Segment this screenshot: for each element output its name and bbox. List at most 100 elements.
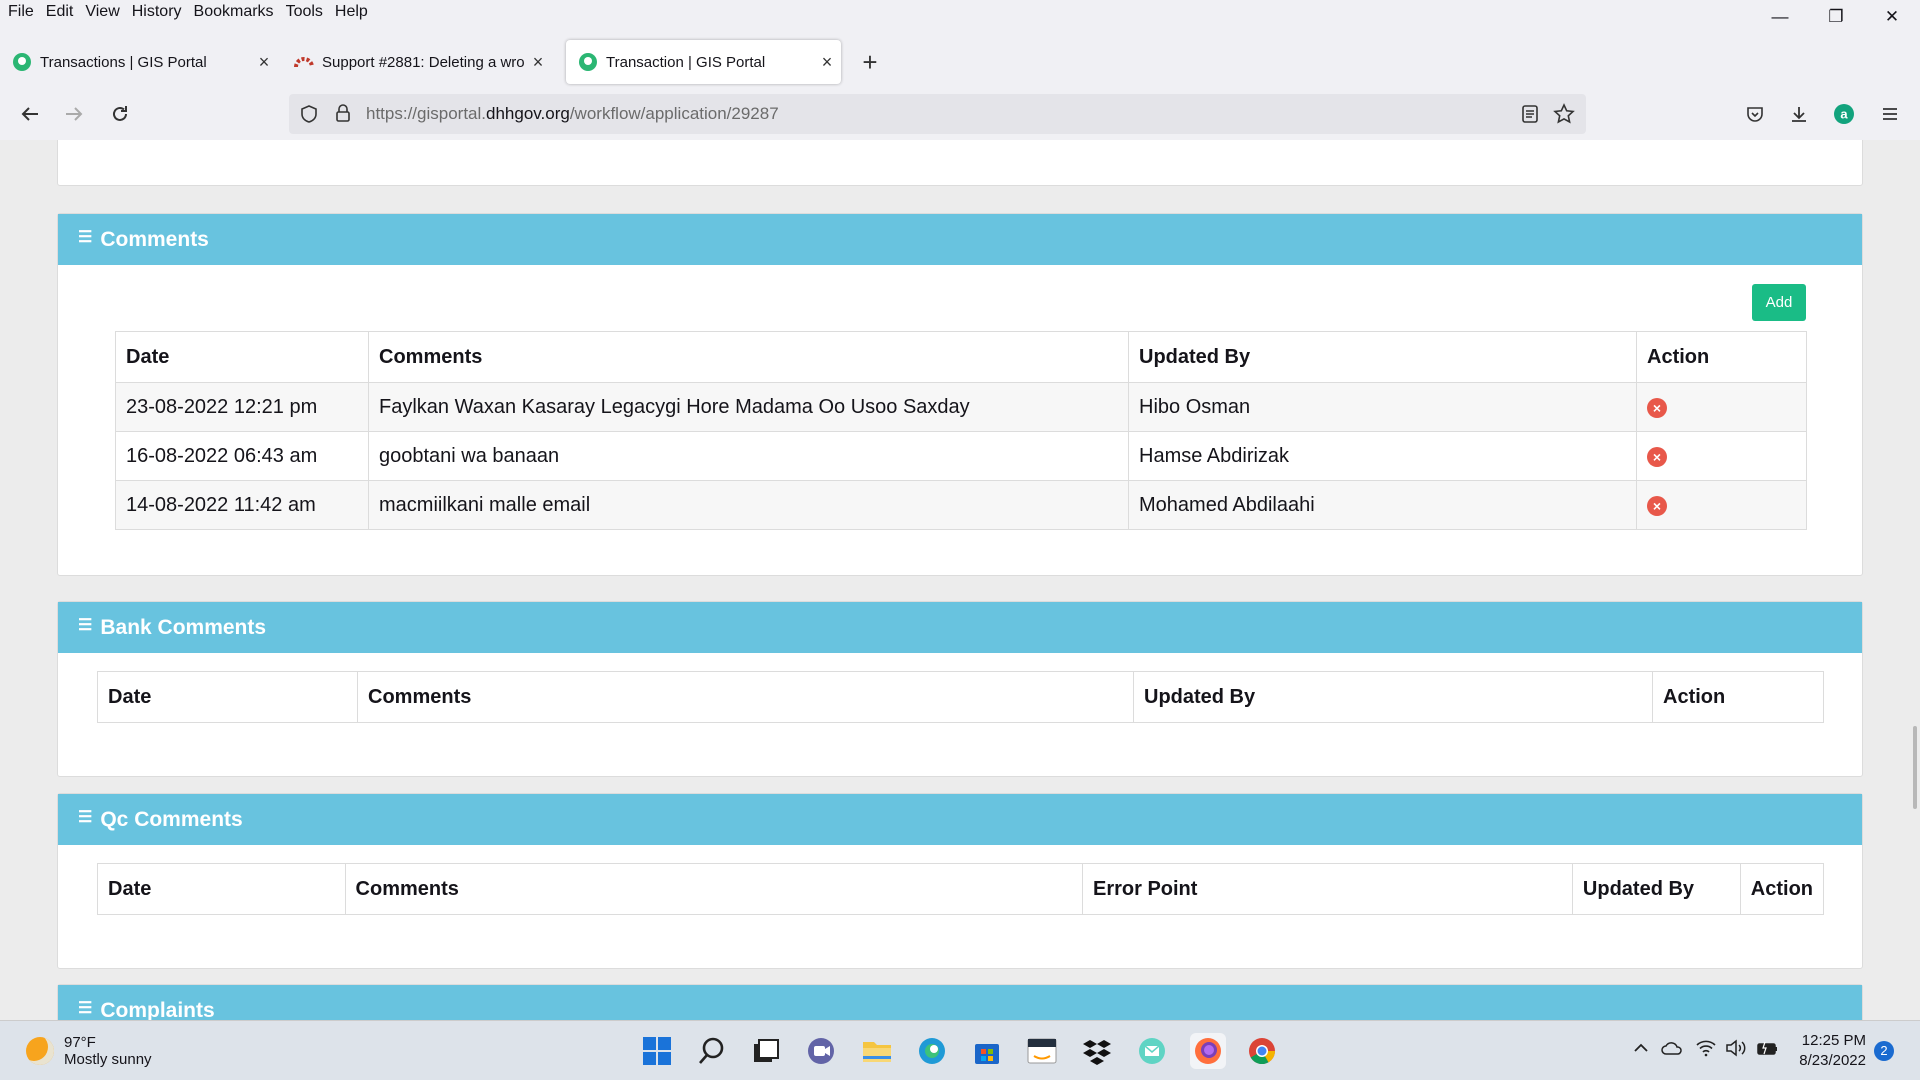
list-icon: ☰: [78, 808, 93, 826]
qc-comments-table: Date Comments Error Point Updated By Act…: [97, 863, 1825, 915]
volume-icon[interactable]: [1725, 1039, 1747, 1062]
menu-help[interactable]: Help: [329, 3, 374, 21]
lock-icon[interactable]: [334, 103, 352, 128]
teams-chat-icon[interactable]: [803, 1033, 839, 1069]
menu-view[interactable]: View: [79, 3, 125, 21]
scrollbar-thumb[interactable]: [1913, 726, 1917, 809]
windows-start-icon[interactable]: [639, 1033, 675, 1069]
column-header: Updated By: [1128, 331, 1637, 383]
list-icon: ☰: [78, 228, 93, 246]
column-header: Date: [97, 863, 346, 915]
close-tab-icon[interactable]: ×: [250, 52, 278, 73]
comments-panel: ☰ Comments Add Date Comments Updated By …: [57, 213, 1863, 576]
hamburger-menu-icon[interactable]: [1872, 96, 1908, 132]
gis-portal-icon: [12, 52, 32, 72]
search-icon[interactable]: [694, 1033, 730, 1069]
comments-header: ☰ Comments: [58, 214, 1862, 265]
sun-icon: [26, 1037, 54, 1065]
menu-file[interactable]: File: [0, 3, 40, 21]
updated-by-cell: Mohamed Abdilaahi: [1128, 480, 1637, 530]
mail-app-icon[interactable]: [1134, 1033, 1170, 1069]
tab-transactions[interactable]: Transactions | GIS Portal ×: [0, 40, 278, 84]
svg-text:a: a: [1840, 107, 1848, 122]
weather-widget[interactable]: 97°F Mostly sunny: [26, 1034, 152, 1068]
microsoft-store-icon[interactable]: [969, 1033, 1005, 1069]
close-tab-icon[interactable]: ×: [813, 52, 841, 73]
menu-edit[interactable]: Edit: [40, 3, 80, 21]
clock-time: 12:25 PM: [1801, 1032, 1866, 1049]
date-cell: 14-08-2022 11:42 am: [115, 480, 369, 530]
close-tab-icon[interactable]: ×: [524, 52, 552, 73]
battery-icon[interactable]: [1756, 1039, 1780, 1062]
dropbox-icon[interactable]: [1079, 1033, 1115, 1069]
minimize-button[interactable]: —: [1752, 0, 1808, 34]
tab-bar: Transactions | GIS Portal × Support #288…: [0, 40, 1920, 84]
action-cell: ×: [1636, 431, 1807, 481]
complaints-header: ☰ Complaints: [58, 985, 1862, 1020]
notification-badge[interactable]: 2: [1874, 1041, 1894, 1061]
clock-date: 8/23/2022: [1799, 1052, 1866, 1069]
restore-button[interactable]: ❐: [1808, 0, 1864, 34]
tab-support[interactable]: Support #2881: Deleting a wron ×: [282, 40, 552, 84]
comments-title: Comments: [100, 227, 209, 251]
weather-temp: 97°F: [64, 1034, 96, 1051]
page-content: ☰ Comments Add Date Comments Updated By …: [0, 140, 1920, 1020]
menu-tools[interactable]: Tools: [280, 3, 329, 21]
weather-desc: Mostly sunny: [64, 1051, 152, 1068]
list-icon: ☰: [78, 999, 93, 1017]
bookmark-star-icon[interactable]: [1553, 103, 1575, 130]
url-path: /workflow/application/29287: [569, 104, 779, 123]
qc-comments-header: ☰ Qc Comments: [58, 794, 1862, 845]
reload-icon[interactable]: [102, 96, 138, 132]
date-cell: 23-08-2022 12:21 pm: [115, 382, 369, 432]
edge-browser-icon[interactable]: [914, 1033, 950, 1069]
wifi-icon[interactable]: [1696, 1039, 1716, 1062]
previous-panel: [57, 140, 1863, 186]
url-host: dhhgov.org: [486, 104, 570, 123]
column-header: Updated By: [1133, 671, 1653, 723]
add-comment-button[interactable]: Add: [1752, 284, 1806, 321]
column-header: Date: [115, 331, 369, 383]
gis-portal-icon: [578, 52, 598, 72]
window-controls: — ❐ ✕: [1752, 0, 1920, 34]
menu-history[interactable]: History: [126, 3, 188, 21]
bank-comments-title: Bank Comments: [100, 615, 267, 639]
column-header: Comments: [357, 671, 1134, 723]
delete-icon[interactable]: ×: [1647, 446, 1667, 467]
table-row: 14-08-2022 11:42 am macmiilkani malle em…: [115, 480, 1807, 530]
url-bar[interactable]: https://gisportal.dhhgov.org/workflow/ap…: [289, 94, 1586, 134]
delete-icon[interactable]: ×: [1647, 495, 1667, 516]
tab-transaction-active[interactable]: Transaction | GIS Portal ×: [566, 40, 841, 84]
comment-cell: macmiilkani malle email: [368, 480, 1129, 530]
shield-icon[interactable]: [299, 104, 319, 129]
task-view-icon[interactable]: [748, 1033, 784, 1069]
close-window-button[interactable]: ✕: [1864, 0, 1920, 34]
table-row: 16-08-2022 06:43 am goobtani wa banaan H…: [115, 431, 1807, 481]
qc-comments-panel: ☰ Qc Comments Date Comments Error Point …: [57, 793, 1863, 969]
navigation-bar: https://gisportal.dhhgov.org/workflow/ap…: [0, 88, 1920, 140]
tab-title: Transaction | GIS Portal: [606, 53, 766, 71]
onedrive-cloud-icon[interactable]: [1661, 1039, 1683, 1062]
menu-bookmarks[interactable]: Bookmarks: [188, 3, 280, 21]
delete-icon[interactable]: ×: [1647, 397, 1667, 418]
amazon-icon[interactable]: [1024, 1033, 1060, 1069]
url-text[interactable]: https://gisportal.dhhgov.org/workflow/ap…: [366, 104, 779, 124]
updated-by-cell: Hamse Abdirizak: [1128, 431, 1637, 481]
pocket-icon[interactable]: [1737, 96, 1773, 132]
bank-comments-table: Date Comments Updated By Action: [97, 671, 1824, 723]
comments-table: Date Comments Updated By Action 23-08-20…: [115, 331, 1807, 530]
qc-comments-title: Qc Comments: [100, 807, 243, 831]
file-explorer-icon[interactable]: [859, 1033, 895, 1069]
chevron-up-icon[interactable]: [1632, 1039, 1650, 1062]
new-tab-button[interactable]: +: [856, 40, 884, 84]
comment-cell: Faylkan Waxan Kasaray Legacygi Hore Mada…: [368, 382, 1129, 432]
system-clock[interactable]: 12:25 PM 8/23/2022: [1790, 1031, 1866, 1071]
account-avatar-icon[interactable]: a: [1826, 96, 1862, 132]
downloads-icon[interactable]: [1781, 96, 1817, 132]
firefox-icon[interactable]: [1190, 1033, 1226, 1069]
bank-comments-header: ☰ Bank Comments: [58, 602, 1862, 653]
reader-view-icon[interactable]: [1521, 104, 1539, 129]
back-arrow-icon[interactable]: [12, 96, 48, 132]
forward-arrow-icon[interactable]: [56, 96, 92, 132]
chrome-icon[interactable]: [1244, 1033, 1280, 1069]
